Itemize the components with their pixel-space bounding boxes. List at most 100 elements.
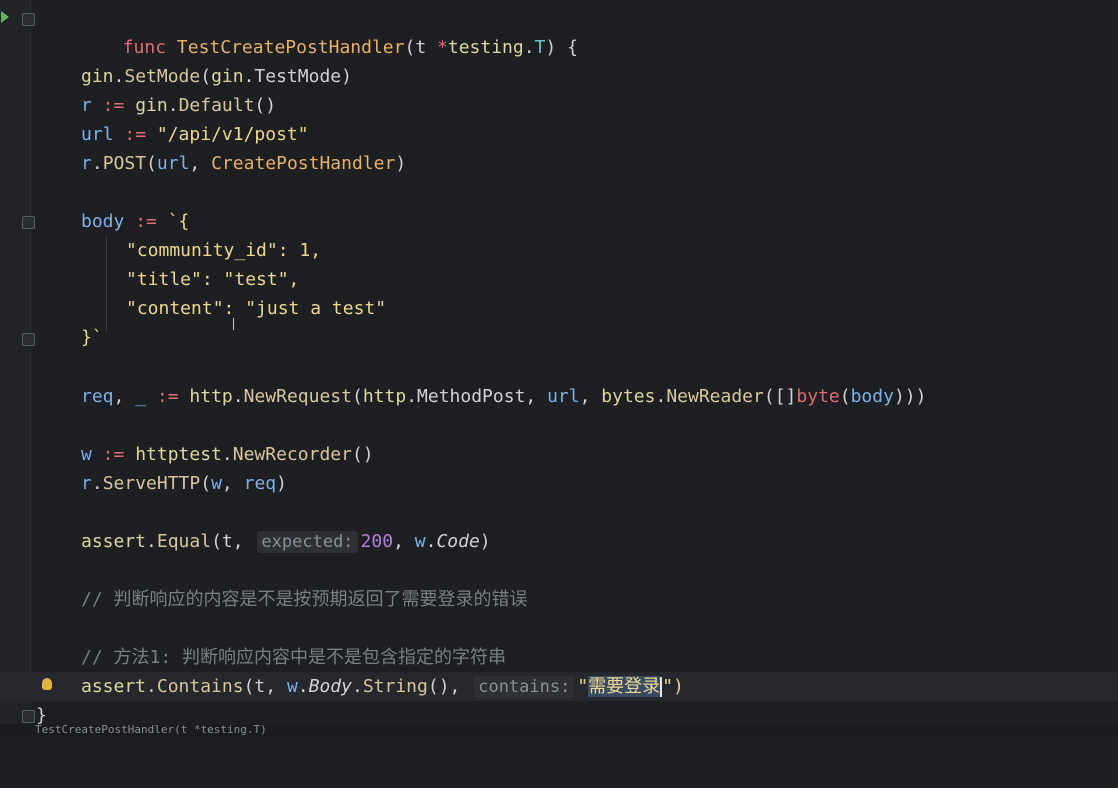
variable: w [414,531,426,552]
code-line[interactable]: r.POST(url, CreatePostHandler) [0,149,1118,178]
comment: // 判断响应的内容是不是按预期返回了需要登录的错误 [81,589,528,610]
method-call: Equal [156,531,212,552]
punctuation: , [221,473,244,494]
punctuation: , [579,386,602,407]
code-editor[interactable]: func TestCreatePostHandler(t *testing.T)… [0,0,1118,736]
code-line[interactable]: assert.Equal(t, expected: 200, w.Code) [0,527,1118,556]
code-line[interactable]: r.ServeHTTP(w, req) [0,469,1118,498]
parameter-hint: expected: [257,531,358,553]
punctuation: , [189,153,212,174]
code-line[interactable]: // 方法1: 判断响应内容中是不是包含指定的字符串 [0,643,1118,672]
number-literal: 200 [360,531,394,552]
method-call: Contains [156,676,244,697]
code-line[interactable]: body := `{ [0,207,1118,236]
variable: url [547,386,580,407]
code-line[interactable]: "community_id": 1, [0,236,1118,265]
variable: url [156,153,190,174]
punctuation: . [91,153,103,174]
code-area[interactable]: func TestCreatePostHandler(t *testing.T)… [0,0,1118,726]
identifier: MethodPost [417,386,526,407]
string-quote: " [577,676,589,697]
punctuation: ( [200,66,212,87]
mouse-text-cursor-icon [233,318,236,330]
punctuation: . [351,676,363,697]
punctuation: ([] [763,386,797,407]
closing-brace: } [36,705,47,726]
operator: := [91,95,136,116]
string-literal: "/api/v1/post" [156,124,309,145]
punctuation: ) { [545,37,578,58]
method-call: ServeHTTP [102,473,201,494]
punctuation: , [113,386,136,407]
variable: r [81,153,92,174]
punctuation: (), [427,676,472,697]
punctuation: ) [479,531,491,552]
package-name: gin [81,66,114,87]
operator: := [91,444,136,465]
method-call: NewRequest [243,386,352,407]
variable: body [850,386,894,407]
method-call: NewRecorder [232,444,352,465]
punctuation: ))) [893,386,927,407]
package-name: assert [81,676,147,697]
package-name: assert [81,531,147,552]
field: Body [308,676,352,697]
punctuation: . [167,95,179,116]
variable: req [81,386,114,407]
code-line[interactable]: }` [0,323,1118,352]
raw-string: "title": "test", [126,269,300,290]
punctuation: , [393,531,415,552]
code-line[interactable]: r := gin.Default() [0,91,1118,120]
punctuation: ) [341,66,352,87]
raw-string: "content": "just a test" [126,298,387,319]
variable: w [81,444,92,465]
field: Code [436,531,480,552]
package-name: http [189,386,233,407]
code-line[interactable]: req, _ := http.NewRequest(http.MethodPos… [0,382,1118,411]
code-line[interactable]: // 判断响应的内容是不是按预期返回了需要登录的错误 [0,585,1118,614]
code-line-current[interactable]: assert.Contains(t, w.Body.String(), cont… [0,672,1118,701]
package-name: bytes [601,386,656,407]
punctuation: . [297,676,309,697]
punctuation: , [525,386,548,407]
code-line[interactable]: "title": "test", [0,265,1118,294]
code-line[interactable]: func TestCreatePostHandler(t *testing.T)… [0,4,1118,58]
punctuation: . [113,66,125,87]
variable: body [81,211,125,232]
breadcrumb-bar[interactable]: TestCreatePostHandler(t *testing.T) [0,724,1118,736]
blank-identifier: _ [135,386,147,407]
variable: req [243,473,277,494]
lightbulb-icon[interactable] [42,678,52,690]
string-quote: ") [662,676,684,697]
raw-string: }` [81,327,103,348]
code-line[interactable]: url := "/api/v1/post" [0,120,1118,149]
package-name: gin [135,95,168,116]
punctuation: ( [839,386,851,407]
punctuation: (t, [211,531,255,552]
punctuation: ( [404,37,416,58]
raw-string: "community_id": 1, [126,240,322,261]
breadcrumb-function[interactable]: TestCreatePostHandler(t *testing.T) [35,724,267,736]
variable: url [81,124,114,145]
selected-text[interactable]: 需要登录 [588,676,661,697]
builtin-type: byte [796,386,840,407]
package-name: testing [447,37,524,58]
punctuation: ( [351,386,363,407]
operator: := [113,124,157,145]
function-ref: CreatePostHandler [211,153,396,174]
package-name: gin [211,66,244,87]
method-call: NewReader [666,386,764,407]
method-call: SetMode [124,66,201,87]
punctuation: . [146,531,157,552]
punctuation: ( [146,153,157,174]
punctuation: . [655,386,667,407]
punctuation: . [91,473,103,494]
punctuation: ) [276,473,287,494]
parameter-hint: contains: [474,676,575,698]
punctuation: () [351,444,374,465]
code-line[interactable]: gin.SetMode(gin.TestMode) [0,62,1118,91]
operator: := [124,211,168,232]
code-line[interactable]: "content": "just a test" [0,294,1118,323]
identifier: TestMode [254,66,342,87]
code-line[interactable]: w := httptest.NewRecorder() [0,440,1118,469]
